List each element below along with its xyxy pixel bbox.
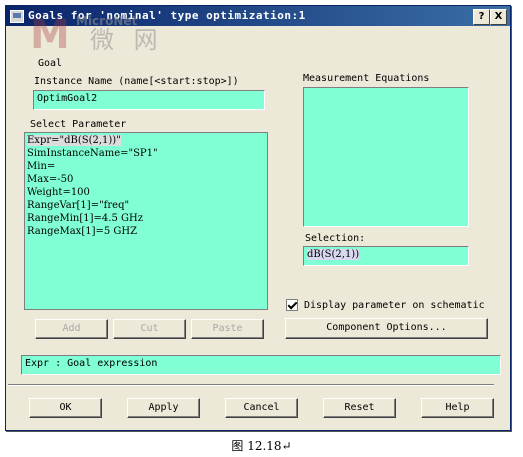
title-bar[interactable]: Goals for 'nominal' type optimization:1 … <box>6 6 510 26</box>
list-item[interactable]: Min= <box>27 160 265 173</box>
paste-button[interactable]: Paste <box>191 319 264 339</box>
list-item[interactable]: RangeMax[1]=5 GHZ <box>27 225 265 238</box>
list-item[interactable]: Max=-50 <box>27 173 265 186</box>
measurement-equations-box[interactable] <box>303 87 469 227</box>
reset-button[interactable]: Reset <box>323 398 396 418</box>
display-parameter-label: Display parameter on schematic <box>304 300 485 311</box>
window-title: Goals for 'nominal' type optimization:1 <box>28 9 306 22</box>
instance-name-input[interactable]: OptimGoal2 <box>33 90 265 110</box>
measurement-equations-label: Measurement Equations <box>303 73 430 84</box>
display-parameter-checkbox[interactable] <box>286 299 298 311</box>
list-item[interactable]: SimInstanceName="SP1" <box>27 147 265 160</box>
ok-button[interactable]: OK <box>29 398 102 418</box>
select-parameter-label: Select Parameter <box>30 119 127 130</box>
add-button[interactable]: Add <box>35 319 108 339</box>
selection-input[interactable]: dB(S(2,1)) <box>303 246 469 266</box>
component-options-button[interactable]: Component Options... <box>285 318 488 339</box>
goal-label: Goal <box>38 58 63 69</box>
separator <box>8 384 494 386</box>
app-icon <box>10 10 24 23</box>
selection-value: dB(S(2,1)) <box>307 249 360 260</box>
figure-caption: 图 12.18↵ <box>231 439 292 453</box>
apply-button[interactable]: Apply <box>127 398 200 418</box>
list-item[interactable]: RangeVar[1]="freq" <box>27 199 265 212</box>
list-item[interactable]: Weight=100 <box>27 186 265 199</box>
help-title-button[interactable]: ? <box>473 9 490 25</box>
parameter-list[interactable]: Expr="dB(S(2,1))" SimInstanceName="SP1" … <box>24 132 268 310</box>
selection-label: Selection: <box>305 233 366 244</box>
help-button[interactable]: Help <box>421 398 494 418</box>
status-bar: Expr : Goal expression <box>21 355 501 375</box>
list-item[interactable]: Expr="dB(S(2,1))" <box>27 134 265 147</box>
cancel-button[interactable]: Cancel <box>225 398 298 418</box>
list-item[interactable]: RangeMin[1]=4.5 GHz <box>27 212 265 225</box>
cut-button[interactable]: Cut <box>113 319 186 339</box>
instance-name-label: Instance Name (name[<start:stop>]) <box>34 76 239 87</box>
close-title-button[interactable]: X <box>490 9 507 25</box>
